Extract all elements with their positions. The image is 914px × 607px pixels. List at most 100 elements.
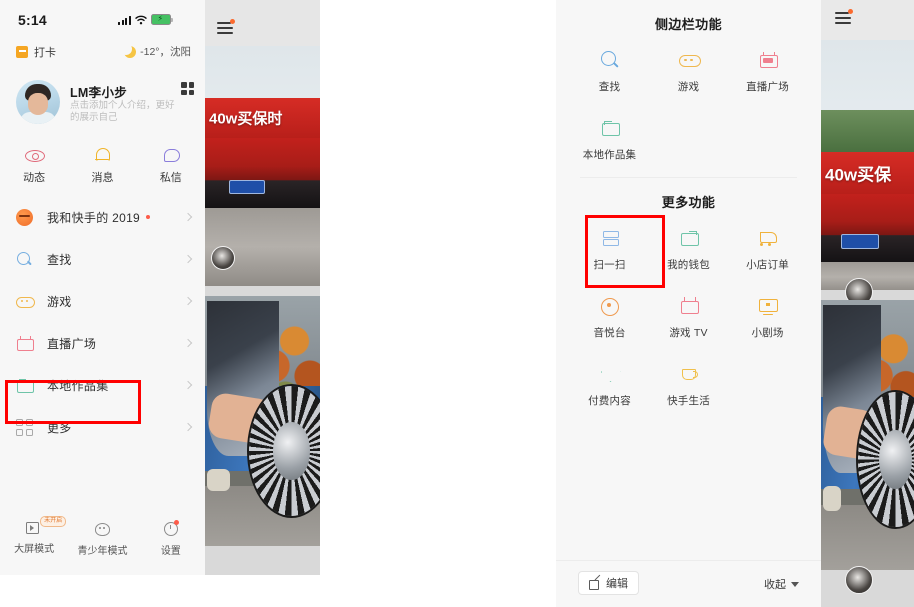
- edit-icon: [589, 578, 600, 590]
- action-xiaoxi[interactable]: 消息: [68, 146, 136, 185]
- action-sixin[interactable]: 私信: [137, 146, 205, 185]
- license-plate: [229, 180, 265, 194]
- menu-item-game[interactable]: 游戏: [0, 280, 205, 322]
- grid-item-scan[interactable]: 扫一扫: [570, 216, 649, 284]
- bottom-item-teen-mode[interactable]: 青少年模式: [68, 521, 136, 557]
- right-video-feed[interactable]: 40w买保: [821, 0, 914, 607]
- grid-item-label: 查找: [598, 81, 621, 93]
- wifi-icon: [134, 15, 147, 24]
- chevron-right-icon: [183, 422, 193, 432]
- wallet-icon: [679, 228, 699, 248]
- grid-item-label: 游戏: [677, 81, 700, 93]
- grid-item-label: 小剧场: [751, 327, 784, 339]
- status-clock: 5:14: [18, 12, 47, 28]
- grid-item-game-tv[interactable]: 游戏 TV: [649, 284, 728, 352]
- grid-item-live[interactable]: 直播广场: [728, 38, 807, 106]
- grid-item-theater[interactable]: 小剧场: [728, 284, 807, 352]
- grid-item-game[interactable]: 游戏: [649, 38, 728, 106]
- chevron-right-icon: [183, 296, 193, 306]
- left-phone-screenshot: 5:14 打卡 -12°，沈阳 LM李小步 点击添加个人介绍，更好的展示自己 动…: [0, 0, 320, 575]
- chevron-right-icon: [183, 254, 193, 264]
- notification-dot: [174, 520, 180, 525]
- profile-block[interactable]: LM李小步 点击添加个人介绍，更好的展示自己: [16, 80, 196, 128]
- menu-item-label: 直播广场: [47, 336, 97, 351]
- video-card-2[interactable]: [821, 300, 914, 570]
- drawer-menu: 我和快手的 2019 查找 游戏 直播广场 本地作品集 更多: [0, 196, 205, 448]
- teen-mode-icon: [94, 521, 111, 536]
- live-icon: [758, 50, 778, 70]
- calendar-check-icon: [16, 46, 28, 58]
- grid-item-label: 小店订单: [746, 259, 789, 271]
- action-dongtai[interactable]: 动态: [0, 146, 68, 185]
- action-label: 私信: [159, 172, 182, 184]
- edit-button[interactable]: 编辑: [578, 571, 639, 595]
- big-screen-icon: 未开启: [26, 516, 67, 534]
- coffee-cup-icon: [679, 364, 699, 384]
- checkin-label: 打卡: [34, 47, 56, 59]
- game-icon: [678, 50, 701, 70]
- author-avatar[interactable]: [845, 566, 873, 594]
- grid-item-paid-content[interactable]: 付费内容: [570, 352, 649, 420]
- qr-code-icon[interactable]: [181, 82, 194, 95]
- menu-item-search[interactable]: 查找: [0, 238, 205, 280]
- grid-item-label: 直播广场: [746, 81, 789, 93]
- bottom-item-label: 青少年模式: [77, 546, 128, 557]
- bell-icon: [93, 146, 111, 164]
- grid-item-label: 扫一扫: [593, 259, 626, 271]
- video-card-1[interactable]: 40w买保: [821, 40, 914, 290]
- grid-item-wallet[interactable]: 我的钱包: [649, 216, 728, 284]
- video-card-1[interactable]: 40w买保时: [205, 46, 320, 286]
- grid-item-label: 音悦台: [593, 327, 626, 339]
- grid-item-label: 游戏 TV: [669, 327, 708, 339]
- checkin-row[interactable]: 打卡 -12°，沈阳: [16, 42, 191, 62]
- menu-item-label: 查找: [47, 252, 72, 267]
- profile-name: LM李小步: [70, 86, 128, 100]
- menu-item-local-works[interactable]: 本地作品集: [0, 364, 205, 406]
- battery-charging-icon: ⚡: [150, 14, 173, 25]
- left-video-feed[interactable]: 40w买保时: [205, 0, 320, 575]
- video-card-2[interactable]: [205, 296, 320, 546]
- grid-item-music[interactable]: 音悦台: [570, 284, 649, 352]
- menu-item-label: 游戏: [47, 294, 72, 309]
- tv-icon: [679, 296, 699, 316]
- profile-intro[interactable]: 点击添加个人介绍，更好的展示自己: [70, 100, 175, 124]
- grid-item-kuaishou-life[interactable]: 快手生活: [649, 352, 728, 420]
- grid-item-label: 快手生活: [667, 395, 710, 407]
- cart-icon: [758, 228, 778, 248]
- chevron-right-icon: [183, 380, 193, 390]
- diamond-icon: [600, 364, 620, 384]
- status-badge: 未开启: [40, 516, 67, 527]
- action-label: 动态: [23, 172, 46, 184]
- license-plate: [841, 234, 879, 249]
- grid-item-shop-orders[interactable]: 小店订单: [728, 216, 807, 284]
- weather-widget[interactable]: -12°，沈阳: [120, 42, 191, 59]
- theater-screen-icon: [758, 296, 778, 316]
- new-dot-badge: [146, 215, 151, 219]
- menu-item-2019[interactable]: 我和快手的 2019: [0, 196, 205, 238]
- section-divider: [580, 177, 797, 178]
- car-image: [205, 138, 320, 208]
- checkin-button[interactable]: 打卡: [16, 44, 56, 60]
- weather-label: -12°，沈阳: [140, 46, 191, 58]
- car-image: [821, 194, 914, 262]
- grid-item-search[interactable]: 查找: [570, 38, 649, 106]
- folder-icon: [600, 118, 620, 138]
- collapse-button[interactable]: 收起: [764, 576, 799, 592]
- avatar[interactable]: [16, 80, 60, 124]
- eye-icon: [25, 146, 46, 164]
- menu-item-label: 我和快手的 2019: [47, 210, 141, 225]
- menu-item-live[interactable]: 直播广场: [0, 322, 205, 364]
- bottom-item-big-screen[interactable]: 未开启 大屏模式: [0, 516, 68, 557]
- chevron-right-icon: [183, 338, 193, 348]
- drawer-bottom-bar: 未开启 大屏模式 青少年模式 设置: [0, 516, 205, 557]
- menu-item-more[interactable]: 更多: [0, 406, 205, 448]
- grid-item-label: 付费内容: [588, 395, 631, 407]
- bottom-item-settings[interactable]: 设置: [137, 520, 205, 557]
- music-disc-icon: [600, 296, 620, 316]
- grid-item-local-works[interactable]: 本地作品集: [570, 106, 649, 174]
- signal-bars-icon: [118, 15, 131, 25]
- chevron-right-icon: [183, 212, 193, 222]
- search-icon: [16, 251, 33, 268]
- author-avatar[interactable]: [211, 246, 235, 270]
- status-bar-icons: ⚡: [118, 14, 910, 25]
